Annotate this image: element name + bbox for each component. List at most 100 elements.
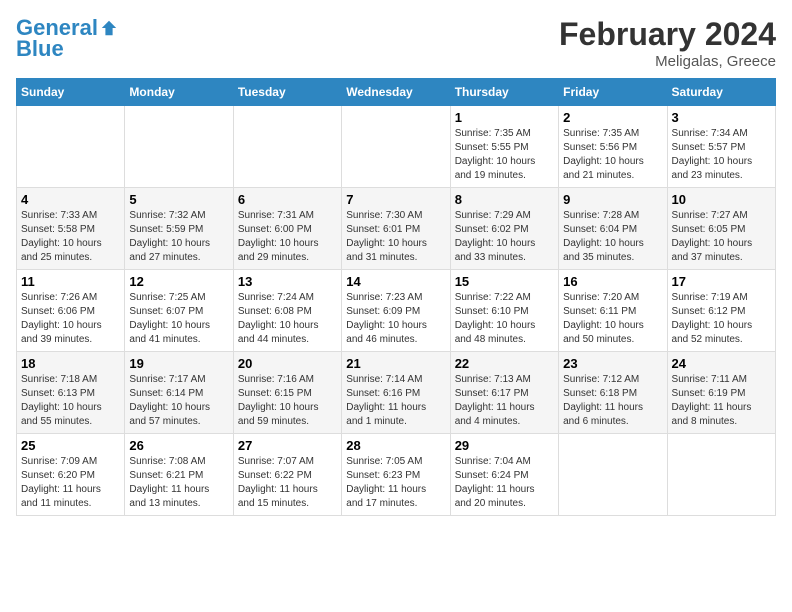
- day-info: Sunrise: 7:29 AM Sunset: 6:02 PM Dayligh…: [455, 209, 554, 265]
- calendar-cell: 19 Sunrise: 7:17 AM Sunset: 6:14 PM Dayli…: [125, 352, 233, 434]
- weekday-header-tuesday: Tuesday: [233, 79, 341, 106]
- day-info: Sunrise: 7:17 AM Sunset: 6:14 PM Dayligh…: [129, 373, 228, 429]
- day-info: Sunrise: 7:22 AM Sunset: 6:10 PM Dayligh…: [455, 291, 554, 347]
- day-info: Sunrise: 7:14 AM Sunset: 6:16 PM Dayligh…: [346, 373, 445, 429]
- day-info: Sunrise: 7:25 AM Sunset: 6:07 PM Dayligh…: [129, 291, 228, 347]
- weekday-header-sunday: Sunday: [17, 79, 125, 106]
- day-number: 17: [672, 274, 771, 289]
- day-info: Sunrise: 7:18 AM Sunset: 6:13 PM Dayligh…: [21, 373, 120, 429]
- calendar-cell: 14Sunrise: 7:23 AM Sunset: 6:09 PM Dayli…: [342, 270, 450, 352]
- calendar-cell: 17 Sunrise: 7:19 AM Sunset: 6:12 PM Dayli…: [667, 270, 775, 352]
- day-info: Sunrise: 7:30 AM Sunset: 6:01 PM Dayligh…: [346, 209, 445, 265]
- calendar-cell: 15 Sunrise: 7:22 AM Sunset: 6:10 PM Dayli…: [450, 270, 558, 352]
- day-info: Sunrise: 7:26 AM Sunset: 6:06 PM Dayligh…: [21, 291, 120, 347]
- logo: General Blue: [16, 16, 118, 62]
- day-number: 1: [455, 110, 554, 125]
- day-number: 20: [238, 356, 337, 371]
- day-number: 11: [21, 274, 120, 289]
- calendar-cell: [667, 434, 775, 516]
- day-number: 7: [346, 192, 445, 207]
- day-number: 2: [563, 110, 662, 125]
- title-block: February 2024 Meligalas, Greece: [559, 16, 776, 70]
- day-number: 19: [129, 356, 228, 371]
- calendar-cell: 9Sunrise: 7:28 AM Sunset: 6:04 PM Daylig…: [559, 188, 667, 270]
- calendar-cell: 13 Sunrise: 7:24 AM Sunset: 6:08 PM Dayli…: [233, 270, 341, 352]
- day-info: Sunrise: 7:35 AM Sunset: 5:56 PM Dayligh…: [563, 127, 662, 183]
- month-title: February 2024: [559, 16, 776, 53]
- day-number: 6: [238, 192, 337, 207]
- day-number: 13: [238, 274, 337, 289]
- calendar-cell: 7 Sunrise: 7:30 AM Sunset: 6:01 PM Daylig…: [342, 188, 450, 270]
- calendar-cell: 10Sunrise: 7:27 AM Sunset: 6:05 PM Dayli…: [667, 188, 775, 270]
- day-info: Sunrise: 7:11 AM Sunset: 6:19 PM Dayligh…: [672, 373, 771, 429]
- calendar-cell: 3Sunrise: 7:34 AM Sunset: 5:57 PM Daylig…: [667, 106, 775, 188]
- day-info: Sunrise: 7:19 AM Sunset: 6:12 PM Dayligh…: [672, 291, 771, 347]
- day-info: Sunrise: 7:24 AM Sunset: 6:08 PM Dayligh…: [238, 291, 337, 347]
- calendar-cell: 28 Sunrise: 7:05 AM Sunset: 6:23 PM Dayli…: [342, 434, 450, 516]
- day-number: 10: [672, 192, 771, 207]
- day-number: 8: [455, 192, 554, 207]
- calendar-cell: 25 Sunrise: 7:09 AM Sunset: 6:20 PM Dayli…: [17, 434, 125, 516]
- day-number: 25: [21, 438, 120, 453]
- calendar-cell: [17, 106, 125, 188]
- calendar-cell: 26 Sunrise: 7:08 AM Sunset: 6:21 PM Dayli…: [125, 434, 233, 516]
- calendar-cell: 2 Sunrise: 7:35 AM Sunset: 5:56 PM Daylig…: [559, 106, 667, 188]
- calendar-cell: [125, 106, 233, 188]
- calendar-cell: 20 Sunrise: 7:16 AM Sunset: 6:15 PM Dayli…: [233, 352, 341, 434]
- day-number: 21: [346, 356, 445, 371]
- weekday-header-monday: Monday: [125, 79, 233, 106]
- calendar-cell: 23 Sunrise: 7:12 AM Sunset: 6:18 PM Dayli…: [559, 352, 667, 434]
- day-info: Sunrise: 7:16 AM Sunset: 6:15 PM Dayligh…: [238, 373, 337, 429]
- calendar-cell: 11 Sunrise: 7:26 AM Sunset: 6:06 PM Dayli…: [17, 270, 125, 352]
- day-info: Sunrise: 7:04 AM Sunset: 6:24 PM Dayligh…: [455, 455, 554, 511]
- week-row-2: 4Sunrise: 7:33 AM Sunset: 5:58 PM Daylig…: [17, 188, 776, 270]
- calendar-cell: 5Sunrise: 7:32 AM Sunset: 5:59 PM Daylig…: [125, 188, 233, 270]
- day-info: Sunrise: 7:09 AM Sunset: 6:20 PM Dayligh…: [21, 455, 120, 511]
- page-header: General Blue February 2024 Meligalas, Gr…: [16, 16, 776, 70]
- day-number: 16: [563, 274, 662, 289]
- weekday-header-thursday: Thursday: [450, 79, 558, 106]
- location-subtitle: Meligalas, Greece: [559, 53, 776, 70]
- day-number: 15: [455, 274, 554, 289]
- day-info: Sunrise: 7:20 AM Sunset: 6:11 PM Dayligh…: [563, 291, 662, 347]
- calendar-cell: 29 Sunrise: 7:04 AM Sunset: 6:24 PM Dayli…: [450, 434, 558, 516]
- calendar-cell: [559, 434, 667, 516]
- day-number: 23: [563, 356, 662, 371]
- day-info: Sunrise: 7:23 AM Sunset: 6:09 PM Dayligh…: [346, 291, 445, 347]
- calendar-cell: 27 Sunrise: 7:07 AM Sunset: 6:22 PM Dayli…: [233, 434, 341, 516]
- day-info: Sunrise: 7:12 AM Sunset: 6:18 PM Dayligh…: [563, 373, 662, 429]
- day-number: 22: [455, 356, 554, 371]
- day-info: Sunrise: 7:32 AM Sunset: 5:59 PM Dayligh…: [129, 209, 228, 265]
- day-number: 9: [563, 192, 662, 207]
- calendar-cell: 6 Sunrise: 7:31 AM Sunset: 6:00 PM Daylig…: [233, 188, 341, 270]
- weekday-header-friday: Friday: [559, 79, 667, 106]
- day-number: 27: [238, 438, 337, 453]
- day-info: Sunrise: 7:05 AM Sunset: 6:23 PM Dayligh…: [346, 455, 445, 511]
- week-row-1: 1 Sunrise: 7:35 AM Sunset: 5:55 PM Daylig…: [17, 106, 776, 188]
- logo-icon: [100, 19, 118, 37]
- week-row-4: 18 Sunrise: 7:18 AM Sunset: 6:13 PM Dayli…: [17, 352, 776, 434]
- day-info: Sunrise: 7:33 AM Sunset: 5:58 PM Dayligh…: [21, 209, 120, 265]
- day-number: 29: [455, 438, 554, 453]
- calendar-cell: 16 Sunrise: 7:20 AM Sunset: 6:11 PM Dayli…: [559, 270, 667, 352]
- day-number: 18: [21, 356, 120, 371]
- calendar-table: SundayMondayTuesdayWednesdayThursdayFrid…: [16, 78, 776, 516]
- week-row-3: 11 Sunrise: 7:26 AM Sunset: 6:06 PM Dayli…: [17, 270, 776, 352]
- day-info: Sunrise: 7:13 AM Sunset: 6:17 PM Dayligh…: [455, 373, 554, 429]
- day-number: 26: [129, 438, 228, 453]
- calendar-cell: 22 Sunrise: 7:13 AM Sunset: 6:17 PM Dayli…: [450, 352, 558, 434]
- calendar-cell: [233, 106, 341, 188]
- day-info: Sunrise: 7:07 AM Sunset: 6:22 PM Dayligh…: [238, 455, 337, 511]
- day-info: Sunrise: 7:34 AM Sunset: 5:57 PM Dayligh…: [672, 127, 771, 183]
- calendar-cell: 1 Sunrise: 7:35 AM Sunset: 5:55 PM Daylig…: [450, 106, 558, 188]
- day-number: 12: [129, 274, 228, 289]
- day-number: 28: [346, 438, 445, 453]
- day-info: Sunrise: 7:08 AM Sunset: 6:21 PM Dayligh…: [129, 455, 228, 511]
- calendar-cell: 4Sunrise: 7:33 AM Sunset: 5:58 PM Daylig…: [17, 188, 125, 270]
- weekday-header-saturday: Saturday: [667, 79, 775, 106]
- day-info: Sunrise: 7:31 AM Sunset: 6:00 PM Dayligh…: [238, 209, 337, 265]
- calendar-cell: [342, 106, 450, 188]
- calendar-cell: 21 Sunrise: 7:14 AM Sunset: 6:16 PM Dayli…: [342, 352, 450, 434]
- calendar-cell: 24Sunrise: 7:11 AM Sunset: 6:19 PM Dayli…: [667, 352, 775, 434]
- day-info: Sunrise: 7:35 AM Sunset: 5:55 PM Dayligh…: [455, 127, 554, 183]
